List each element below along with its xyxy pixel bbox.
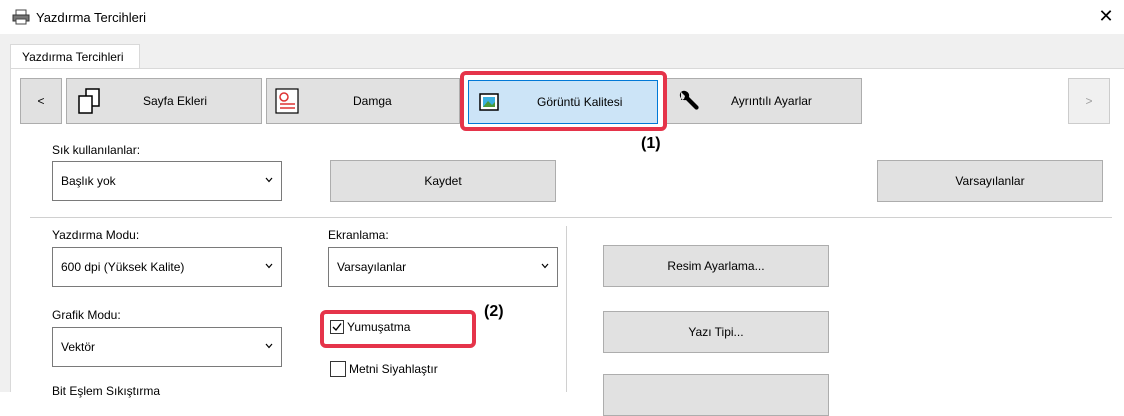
defaults-button[interactable]: Varsayılanlar bbox=[877, 160, 1103, 202]
vertical-divider bbox=[566, 226, 567, 392]
screening-label: Ekranlama: bbox=[328, 228, 389, 242]
font-button[interactable]: Yazı Tipi... bbox=[603, 311, 829, 353]
bitmap-compression-label: Bit Eşlem Sıkıştırma bbox=[52, 384, 161, 398]
highlight-box-1 bbox=[460, 71, 667, 131]
toolbar-ayrintili-ayarlar-button[interactable]: Ayrıntılı Ayarlar bbox=[666, 78, 862, 124]
stamp-icon bbox=[275, 88, 299, 114]
print-mode-select[interactable]: 600 dpi (Yüksek Kalite) bbox=[52, 247, 282, 287]
chevron-down-icon bbox=[541, 263, 549, 269]
print-mode-label: Yazdırma Modu: bbox=[52, 228, 140, 242]
callout-1: (1) bbox=[641, 135, 661, 152]
printer-icon bbox=[12, 9, 30, 25]
graphic-mode-value: Vektör bbox=[61, 340, 96, 354]
chevron-down-icon bbox=[265, 263, 273, 269]
toolbar-label: Ayrıntılı Ayarlar bbox=[731, 94, 812, 108]
toolbar-label: Sayfa Ekleri bbox=[143, 94, 208, 108]
prev-button[interactable]: < bbox=[20, 78, 62, 124]
pages-icon bbox=[78, 88, 100, 114]
close-icon[interactable]: ✕ bbox=[1096, 6, 1116, 26]
screening-value: Varsayılanlar bbox=[337, 260, 407, 274]
favorites-select[interactable]: Başlık yok bbox=[52, 161, 282, 201]
screening-select[interactable]: Varsayılanlar bbox=[328, 247, 558, 287]
image-adjust-button[interactable]: Resim Ayarlama... bbox=[603, 245, 829, 287]
favorites-label: Sık kullanılanlar: bbox=[52, 143, 141, 157]
toolbar-damga-button[interactable]: Damga bbox=[266, 78, 460, 124]
highlight-box-2 bbox=[320, 310, 476, 348]
wrench-icon bbox=[679, 90, 699, 110]
black-text-label: Metni Siyahlaştır bbox=[349, 362, 438, 376]
next-button[interactable]: > bbox=[1068, 78, 1110, 124]
graphic-mode-label: Grafik Modu: bbox=[52, 308, 121, 322]
callout-2: (2) bbox=[484, 303, 504, 320]
checkbox-unchecked-icon[interactable] bbox=[330, 361, 346, 377]
graphic-mode-select[interactable]: Vektör bbox=[52, 327, 282, 367]
print-mode-value: 600 dpi (Yüksek Kalite) bbox=[61, 260, 185, 274]
partial-button[interactable] bbox=[603, 374, 829, 416]
save-button[interactable]: Kaydet bbox=[330, 160, 556, 202]
favorites-value: Başlık yok bbox=[61, 174, 116, 188]
toolbar-sayfa-ekleri-button[interactable]: Sayfa Ekleri bbox=[66, 78, 262, 124]
divider bbox=[30, 217, 1112, 218]
toolbar-label: Damga bbox=[353, 94, 392, 108]
tab-yazdirma-tercihleri[interactable]: Yazdırma Tercihleri bbox=[10, 44, 140, 69]
chevron-down-icon bbox=[265, 343, 273, 349]
black-text-checkbox-row[interactable]: Metni Siyahlaştır bbox=[330, 361, 438, 377]
window-title: Yazdırma Tercihleri bbox=[36, 10, 147, 25]
chevron-down-icon bbox=[265, 177, 273, 183]
title-bar: Yazdırma Tercihleri ✕ bbox=[0, 0, 1124, 34]
